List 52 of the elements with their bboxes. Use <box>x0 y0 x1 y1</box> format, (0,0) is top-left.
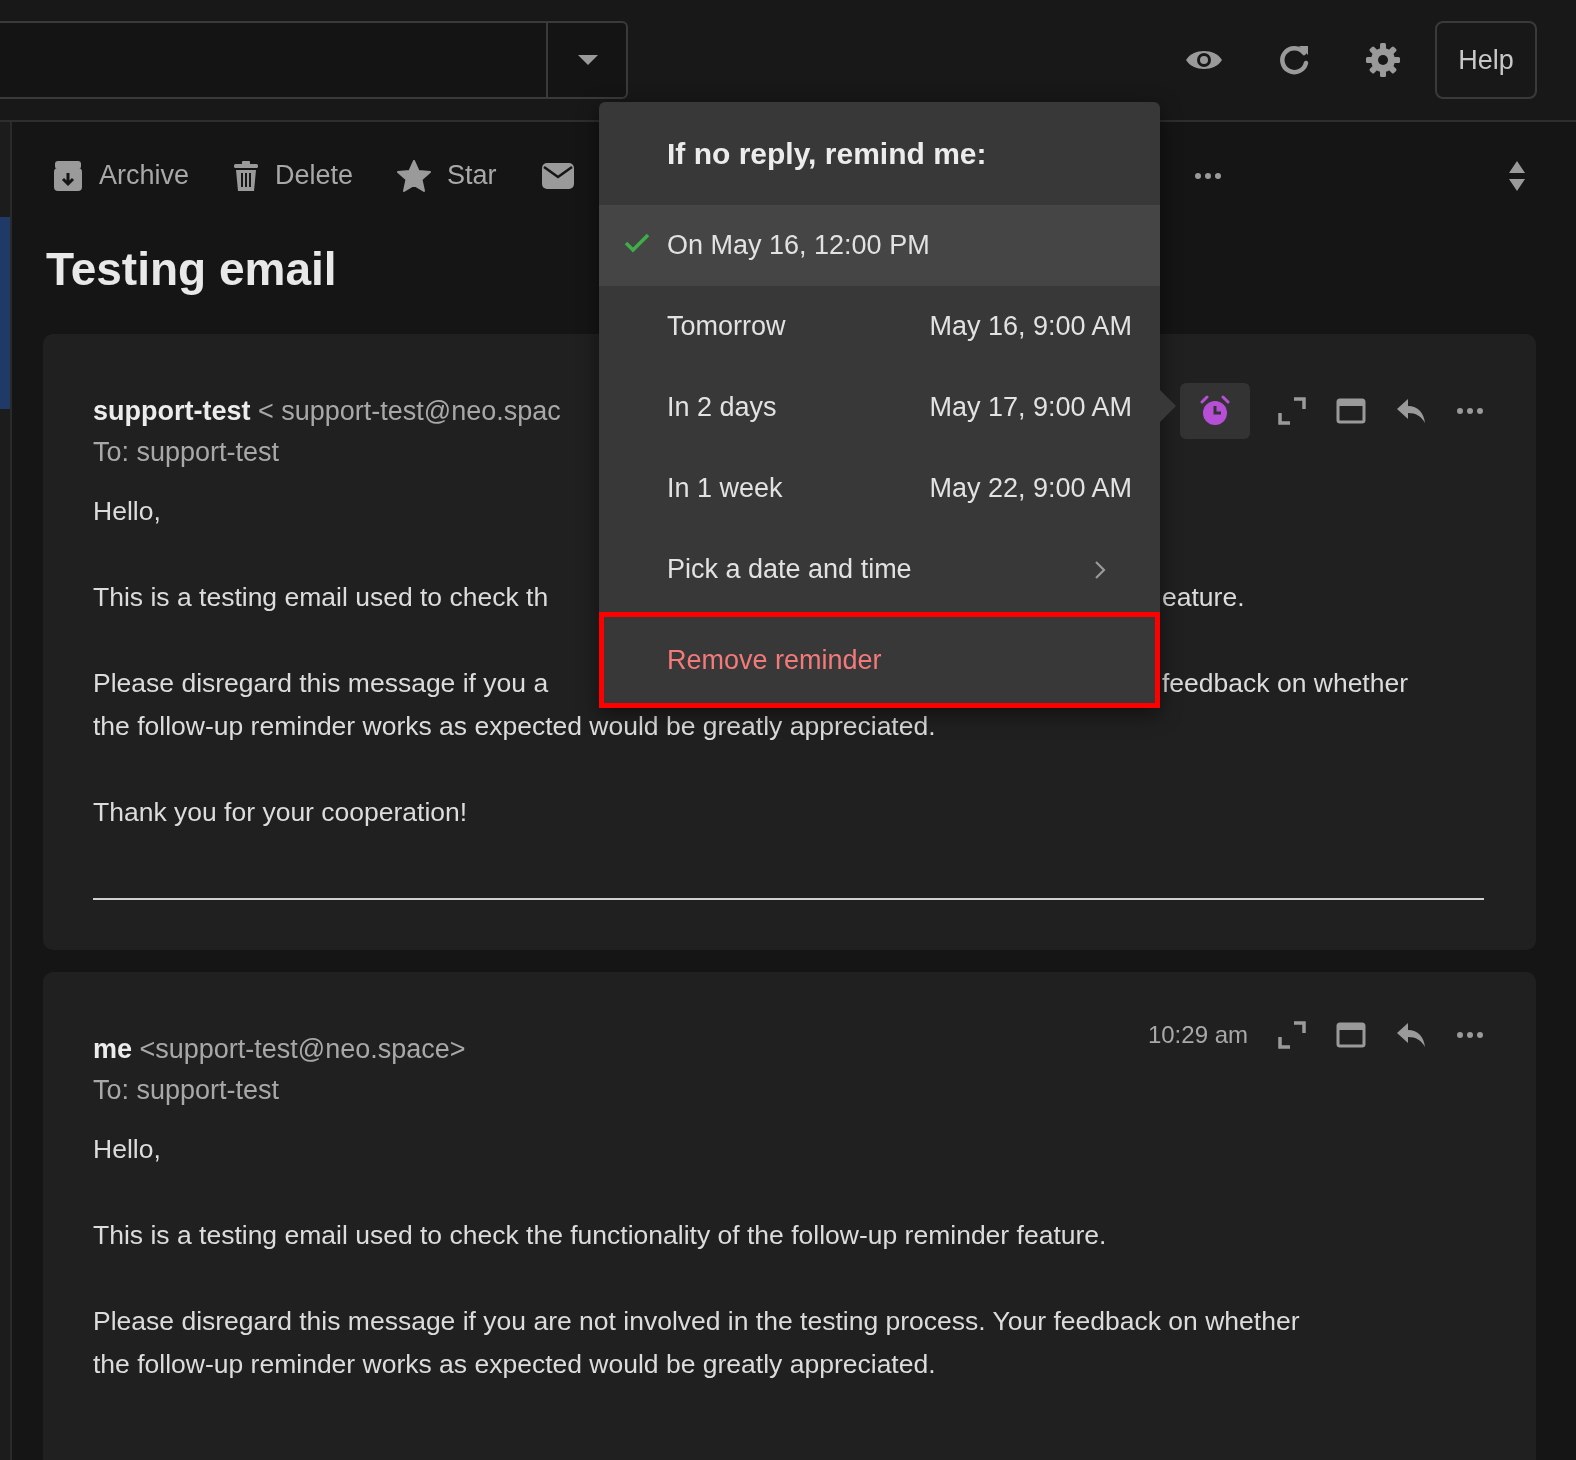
help-button[interactable]: Help <box>1435 21 1537 99</box>
trash-icon <box>233 159 260 192</box>
chevron-right-icon <box>1094 559 1106 580</box>
sort-icon[interactable] <box>1508 159 1526 192</box>
alarm-clock-icon <box>1199 395 1231 427</box>
menu-item-date: May 17, 9:00 AM <box>929 392 1132 423</box>
body-text: Please disregard this message if you are not involved in the testing process. Your feedback on whether <box>93 1305 1300 1338</box>
menu-item[interactable]: Remove reminder <box>599 612 1160 708</box>
window-icon[interactable] <box>1336 1022 1366 1048</box>
body-text: eature. <box>1162 581 1246 614</box>
expand-icon[interactable] <box>1278 397 1306 425</box>
toolbar-action[interactable]: Delete <box>233 159 354 192</box>
reminder-button[interactable] <box>1180 383 1250 439</box>
menu-item[interactable]: In 1 week May 22, 9:00 AM <box>599 448 1160 529</box>
body-text: This is a testing email used to check th <box>93 581 549 614</box>
toolbar-action[interactable]: Star <box>397 159 497 192</box>
window-icon[interactable] <box>1336 398 1366 424</box>
reply-icon[interactable] <box>1396 1022 1426 1048</box>
recipient-line: To: support-test <box>93 1074 281 1107</box>
expand-icon[interactable] <box>1278 1021 1306 1049</box>
check-icon <box>624 232 650 253</box>
body-text: feedback on whether <box>1162 667 1410 700</box>
body-text: the follow-up reminder works as expected would be greatly appreciated. <box>93 1348 936 1381</box>
more-icon[interactable] <box>1456 1031 1484 1039</box>
body-text: This is a testing email used to check the functionality of the follow-up reminder feature. <box>93 1219 1107 1252</box>
menu-item[interactable]: Tomorrow May 16, 9:00 AM <box>599 286 1160 367</box>
caret-icon <box>578 55 598 65</box>
body-text: Hello, <box>93 1133 161 1166</box>
menu-item[interactable]: Pick a date and time <box>599 529 1160 610</box>
email-subject: Testing email <box>45 242 337 297</box>
more-icon[interactable] <box>1456 407 1484 415</box>
menu-item-date: May 22, 9:00 AM <box>929 473 1132 504</box>
star-icon <box>397 159 432 192</box>
recipient-line: To: support-test <box>93 436 281 469</box>
sender-line: me <support-test@neo.space> <box>93 1033 466 1066</box>
body-text: the follow-up reminder works as expected would be greatly appreciated. <box>93 710 936 743</box>
menu-item[interactable]: On May 16, 12:00 PM <box>599 205 1160 286</box>
menu-title: If no reply, remind me: <box>666 136 988 172</box>
sender-line: support-test < support-test@neo.spac <box>93 395 561 428</box>
body-text: Please disregard this message if you a <box>93 667 549 700</box>
refresh-icon[interactable] <box>1277 43 1311 77</box>
message-time: 10:29 am <box>1147 1021 1248 1049</box>
body-text: Thank you for your cooperation! <box>93 796 468 829</box>
mail-icon <box>540 161 575 190</box>
reply-icon[interactable] <box>1396 398 1426 424</box>
toolbar-action[interactable]: Archive <box>53 159 190 192</box>
more-icon[interactable] <box>1194 171 1222 180</box>
settings-icon[interactable] <box>1365 42 1401 78</box>
body-text: Hello, <box>93 495 161 528</box>
menu-item-date: May 16, 9:00 AM <box>929 311 1132 342</box>
archive-icon <box>53 159 83 192</box>
menu-item[interactable]: In 2 days May 17, 9:00 AM <box>599 367 1160 448</box>
